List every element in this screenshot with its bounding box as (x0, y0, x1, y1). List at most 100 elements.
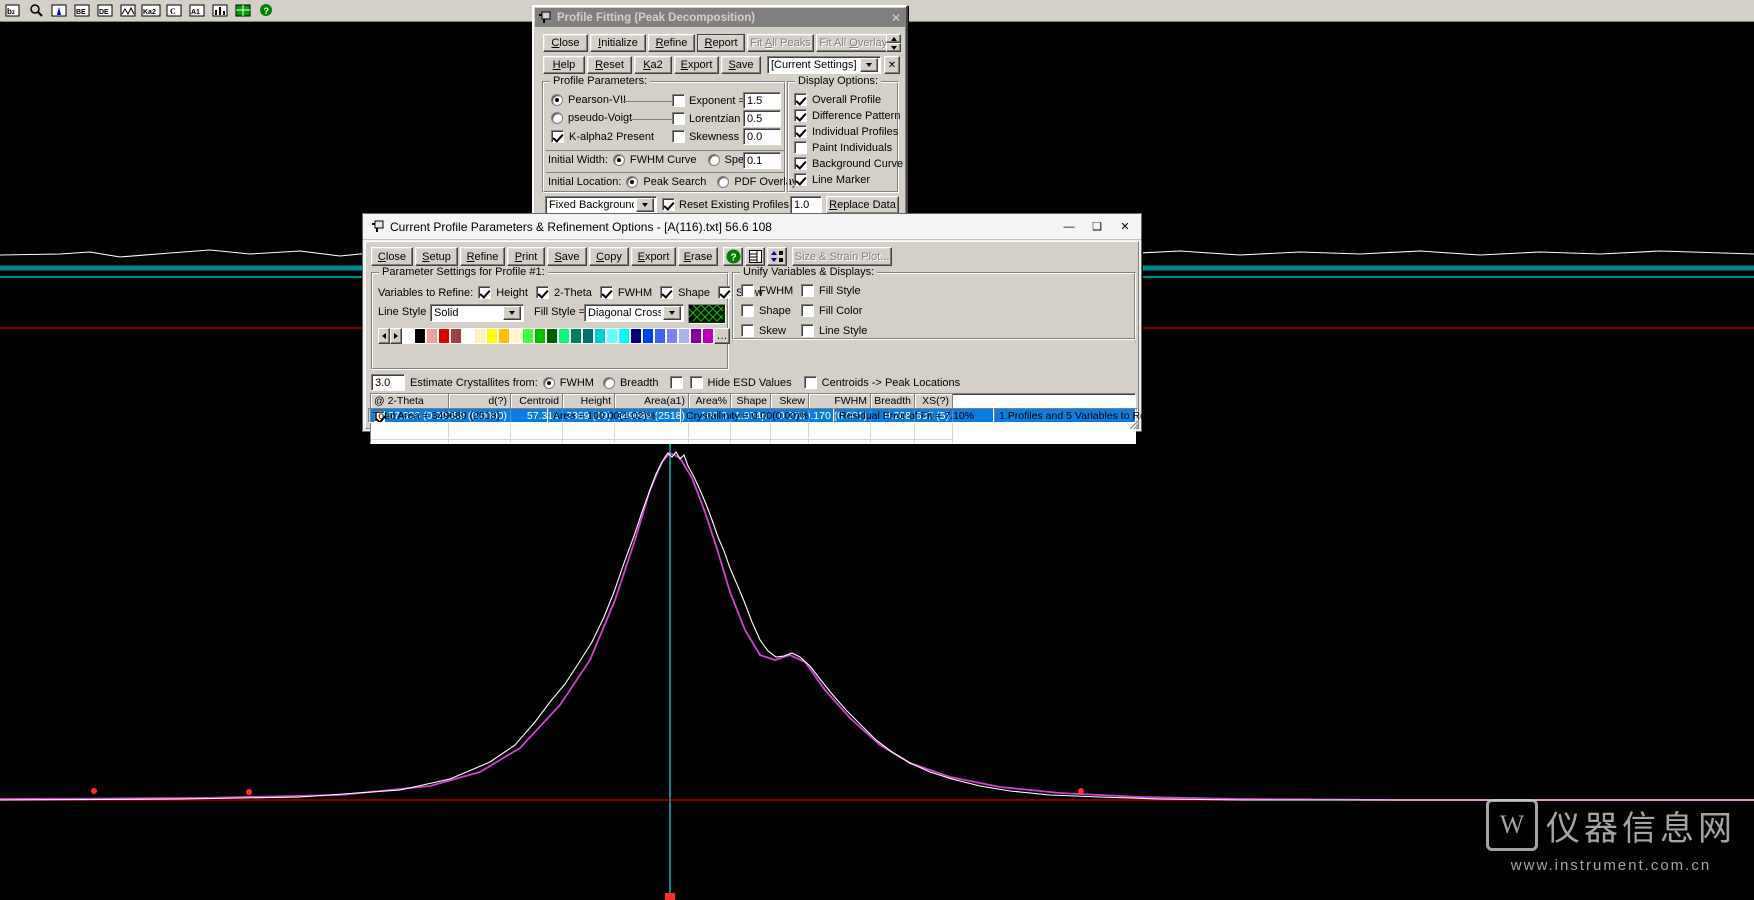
paint-individuals-checkbox[interactable] (794, 141, 807, 154)
fwhm-checkbox[interactable] (599, 286, 613, 299)
swatch[interactable] (474, 328, 486, 344)
swatch[interactable] (618, 328, 630, 344)
palette-next-button[interactable] (390, 328, 402, 344)
search-icon[interactable] (25, 0, 47, 21)
unify-fwhm-checkbox[interactable] (741, 284, 754, 297)
swatch[interactable] (702, 328, 714, 344)
skew-checkbox[interactable] (717, 286, 731, 299)
unify-fill-style-checkbox[interactable] (801, 284, 814, 297)
replace-data-button[interactable]: Replace Data (826, 196, 899, 214)
swatch[interactable] (654, 328, 666, 344)
height-checkbox[interactable] (478, 286, 492, 299)
delete-settings-button[interactable]: ✕ (884, 56, 900, 74)
kalpha2-checkbox[interactable] (551, 130, 564, 143)
swatch[interactable] (534, 328, 546, 344)
setup-button[interactable]: Setup (415, 247, 458, 266)
print-button[interactable]: Print (507, 247, 545, 266)
spinner-down[interactable] (886, 43, 901, 52)
refine-button[interactable]: Refine (648, 34, 695, 52)
close-button[interactable]: Close (371, 247, 413, 266)
resize-grip[interactable] (1128, 418, 1140, 430)
export-button[interactable]: Export (674, 56, 719, 74)
background-curve-checkbox[interactable] (794, 157, 807, 170)
two-theta-checkbox[interactable] (535, 286, 549, 299)
swatch[interactable] (558, 328, 570, 344)
palette-more-button[interactable]: … (714, 328, 730, 344)
smooth-icon[interactable] (117, 0, 139, 21)
swatch[interactable] (438, 328, 450, 344)
ka2-strip-icon[interactable]: Ka2 (140, 0, 162, 21)
col-shape[interactable]: Shape (731, 394, 771, 409)
copy-button[interactable]: Copy (589, 247, 629, 266)
pseudo-voigt-radio[interactable] (551, 112, 563, 124)
chevron-down-icon[interactable] (860, 58, 878, 72)
skewness-checkbox[interactable] (672, 130, 685, 143)
spinner-up[interactable] (886, 34, 901, 43)
save-button[interactable]: Save (721, 56, 761, 74)
table-empty-row[interactable] (371, 423, 1135, 440)
reset-button[interactable]: Reset (587, 56, 632, 74)
maximize-button[interactable]: ❑ (1083, 216, 1111, 237)
swatch[interactable] (450, 328, 462, 344)
ka2-button[interactable]: Ka2 (634, 56, 672, 74)
current-profile-titlebar[interactable]: Current Profile Parameters & Refinement … (363, 214, 1141, 240)
swatch[interactable] (666, 328, 678, 344)
reset-existing-checkbox[interactable] (662, 198, 675, 211)
lorentzian-field[interactable]: 0.5 (743, 110, 781, 127)
report-table-icon[interactable] (745, 247, 765, 266)
crystallite-breadth-radio[interactable] (602, 376, 615, 389)
swatch[interactable] (642, 328, 654, 344)
hide-esd-checkbox[interactable] (689, 376, 703, 389)
background-combo[interactable]: Fixed Background (545, 196, 657, 214)
swatch[interactable] (414, 328, 426, 344)
col-area-a1[interactable]: Area(a1) (615, 394, 689, 409)
swatch[interactable] (690, 328, 702, 344)
color-palette[interactable]: … (378, 328, 730, 344)
exponent-checkbox[interactable] (672, 94, 685, 107)
swatch[interactable] (546, 328, 558, 344)
histogram-icon[interactable] (209, 0, 231, 21)
shape-checkbox[interactable] (660, 286, 674, 299)
unify-fill-color-checkbox[interactable] (801, 304, 814, 317)
crystallite-icon[interactable]: C (163, 0, 185, 21)
unify-line-style-checkbox[interactable] (801, 324, 814, 337)
swatch[interactable] (606, 328, 618, 344)
col-fwhm[interactable]: FWHM (809, 394, 871, 409)
settings-combo[interactable]: [Current Settings] (767, 56, 881, 74)
swatch[interactable] (498, 328, 510, 344)
individual-profiles-checkbox[interactable] (794, 125, 807, 138)
swatch[interactable] (510, 328, 522, 344)
refine-button[interactable]: Refine (460, 247, 505, 266)
fill-style-combo[interactable]: Diagonal Cross (584, 304, 684, 322)
peak-profile-icon[interactable] (48, 0, 70, 21)
help-icon[interactable]: ? (255, 0, 277, 21)
col-centroid[interactable]: Centroid (511, 394, 563, 409)
line-style-combo[interactable]: Solid (430, 304, 524, 322)
chevron-down-icon[interactable] (636, 198, 654, 212)
crystallite-fwhm-radio[interactable] (542, 376, 555, 389)
unify-shape-checkbox[interactable] (741, 304, 754, 317)
col-d[interactable]: d(?) (449, 394, 511, 409)
lorentzian-checkbox[interactable] (672, 112, 685, 125)
col-xs[interactable]: XS(?) (915, 394, 953, 409)
profile-fitting-titlebar[interactable]: Profile Fitting (Peak Decomposition) ✕ (535, 8, 905, 27)
background-edit-icon[interactable]: BE (71, 0, 93, 21)
minimize-button[interactable]: — (1055, 216, 1083, 237)
peak-search-radio[interactable] (626, 176, 639, 188)
col-skew[interactable]: Skew (771, 394, 809, 409)
swatch[interactable] (402, 328, 414, 344)
swatch[interactable] (462, 328, 474, 344)
swatch[interactable] (522, 328, 534, 344)
swatch[interactable] (570, 328, 582, 344)
fwhm-curve-radio[interactable] (612, 154, 625, 166)
swatch[interactable] (582, 328, 594, 344)
replace-data-field[interactable]: 1.0 (790, 196, 822, 214)
help-icon[interactable]: ? (723, 247, 743, 266)
updown-icon[interactable] (767, 247, 787, 266)
table-empty-row[interactable] (371, 440, 1135, 443)
col-breadth[interactable]: Breadth (871, 394, 915, 409)
close-button[interactable]: ✕ (1111, 216, 1139, 237)
chevron-down-icon[interactable] (503, 306, 521, 320)
fit-spinner[interactable] (886, 34, 901, 52)
initialize-button[interactable]: Initialize (590, 34, 646, 52)
